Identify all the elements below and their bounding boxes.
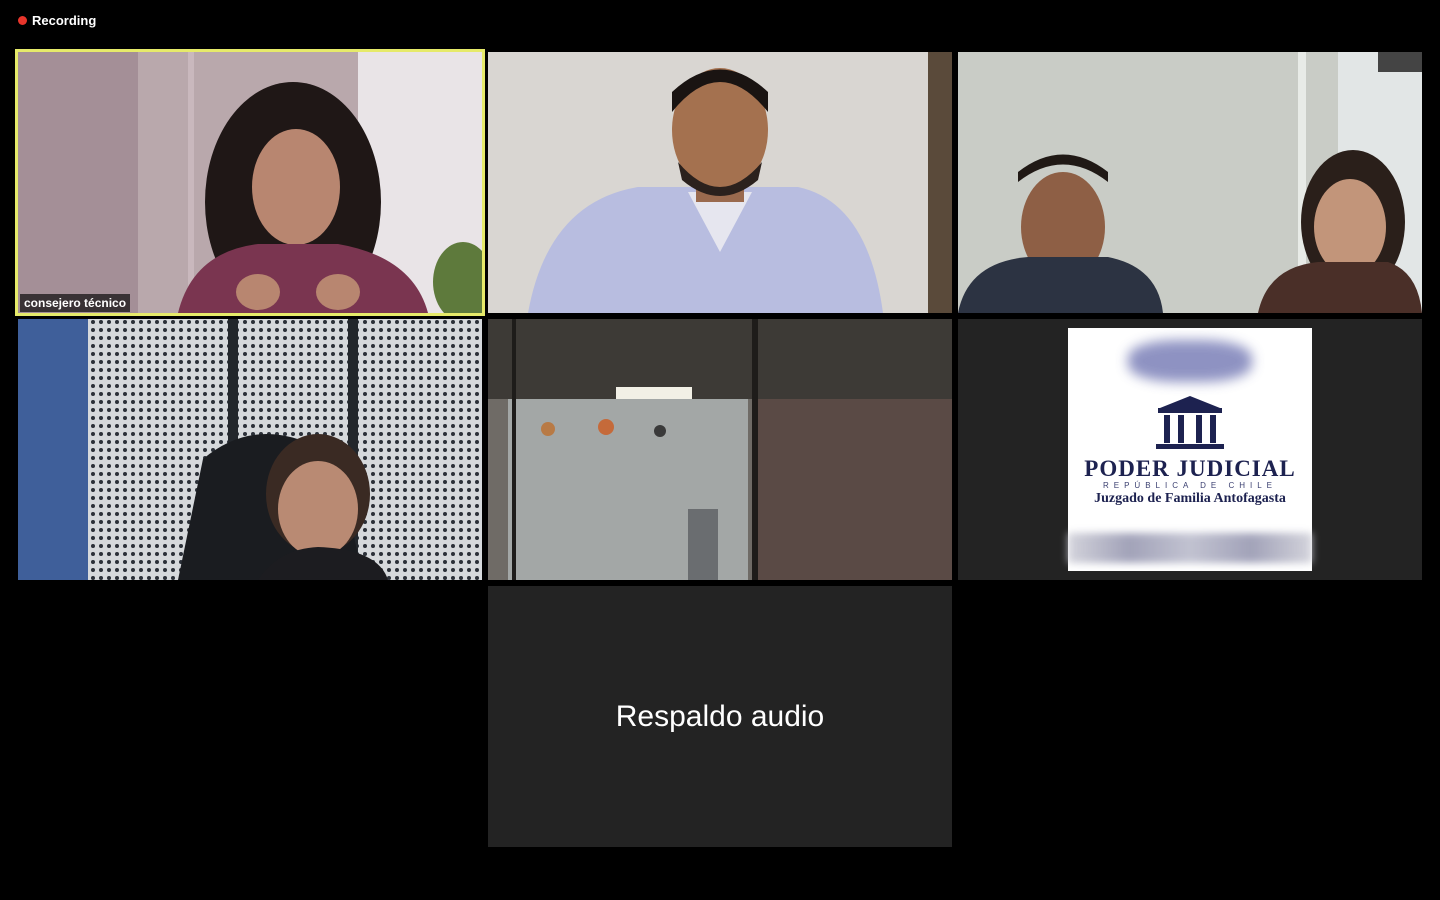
logo-court-name: Juzgado de Familia Antofagasta	[1094, 491, 1286, 506]
video-tile-consejero-tecnico[interactable]: consejero técnico	[15, 49, 485, 316]
participant-video	[18, 52, 482, 313]
recording-dot-icon	[18, 16, 27, 25]
video-tile-participant-4[interactable]	[18, 319, 482, 580]
participant-video	[18, 319, 482, 580]
participant-name-label: consejero técnico	[20, 294, 131, 312]
video-tile-participant-6[interactable]: PODER JUDICIAL REPÚBLICA DE CHILE Juzgad…	[958, 319, 1422, 580]
participant-video	[958, 52, 1422, 313]
participant-display-name: Respaldo audio	[615, 699, 825, 733]
video-tile-participant-3[interactable]	[958, 52, 1422, 313]
video-tile-respaldo-audio[interactable]: Respaldo audio	[488, 586, 952, 847]
court-logo: PODER JUDICIAL REPÚBLICA DE CHILE Juzgad…	[1068, 328, 1312, 571]
participant-video	[488, 52, 952, 313]
logo-blur-bottom	[1068, 533, 1312, 563]
video-tile-participant-5[interactable]	[488, 319, 952, 580]
logo-subtitle: REPÚBLICA DE CHILE	[1102, 481, 1278, 490]
participant-video	[488, 319, 952, 580]
video-tile-participant-2[interactable]	[488, 52, 952, 313]
recording-indicator[interactable]: Recording	[18, 13, 96, 28]
recording-label: Recording	[32, 13, 97, 28]
logo-title: PODER JUDICIAL	[1084, 456, 1296, 481]
